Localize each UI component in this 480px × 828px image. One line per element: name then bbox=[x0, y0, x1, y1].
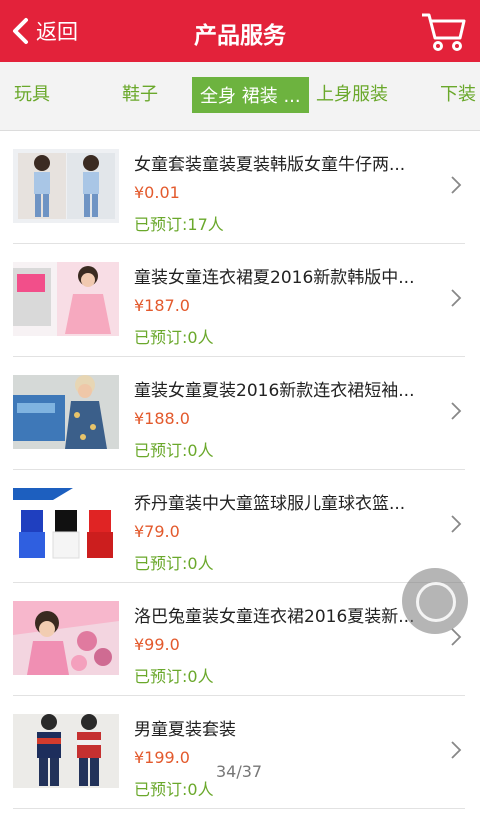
booked-count: 已预订:0人 bbox=[134, 554, 214, 573]
chevron-right-icon bbox=[451, 628, 462, 646]
product-price: ¥187.0 bbox=[134, 296, 190, 315]
top-app-bar: 返回 产品服务 bbox=[0, 0, 480, 62]
product-price: ¥0.01 bbox=[134, 183, 180, 202]
chevron-right-icon bbox=[451, 402, 462, 420]
product-image bbox=[13, 149, 119, 223]
chevron-right-icon bbox=[451, 289, 462, 307]
chevron-right-icon bbox=[451, 515, 462, 533]
list-item[interactable]: 乔丹童装中大童篮球服儿童球衣篮... ¥79.0 已预订:0人 bbox=[0, 470, 480, 583]
product-name: 女童套装童装夏装韩版女童牛仔两... bbox=[134, 155, 406, 175]
product-image bbox=[13, 488, 119, 562]
product-price: ¥188.0 bbox=[134, 409, 190, 428]
chevron-right-icon bbox=[451, 176, 462, 194]
floating-assistive-button[interactable] bbox=[402, 568, 468, 634]
booked-count: 已预订:0人 bbox=[134, 667, 214, 686]
product-image bbox=[13, 601, 119, 675]
booked-count: 已预订:0人 bbox=[134, 780, 214, 799]
product-image bbox=[13, 375, 119, 449]
booked-count: 已预订:0人 bbox=[134, 328, 214, 347]
product-name: 乔丹童装中大童篮球服儿童球衣篮... bbox=[134, 494, 406, 514]
list-item[interactable]: 童装女童连衣裙夏2016新款韩版中... ¥187.0 已预订:0人 bbox=[0, 244, 480, 357]
product-name: 童装女童连衣裙夏2016新款韩版中... bbox=[134, 268, 415, 288]
category-tabs: 玩具 鞋子 全身 裙装 ... 上身服装 下装 bbox=[0, 62, 480, 131]
tab-tops[interactable]: 上身服装 bbox=[316, 80, 388, 106]
tab-full-body-dresses[interactable]: 全身 裙装 ... bbox=[192, 77, 309, 113]
product-name: 男童夏装套装 bbox=[134, 720, 236, 740]
page-title: 产品服务 bbox=[194, 23, 286, 49]
tab-bottoms[interactable]: 下装 bbox=[440, 80, 476, 106]
tab-shoes[interactable]: 鞋子 bbox=[122, 80, 158, 106]
product-price: ¥79.0 bbox=[134, 522, 180, 541]
chevron-right-icon bbox=[451, 741, 462, 759]
product-price: ¥99.0 bbox=[134, 635, 180, 654]
product-image bbox=[13, 262, 119, 336]
booked-count: 已预订:0人 bbox=[134, 441, 214, 460]
circle-icon bbox=[416, 582, 456, 622]
page-indicator: 34/37 bbox=[216, 762, 263, 781]
shopping-cart-icon[interactable] bbox=[420, 10, 468, 52]
list-item[interactable]: 童装女童夏装2016新款连衣裙短袖... ¥188.0 已预订:0人 bbox=[0, 357, 480, 470]
tab-toys[interactable]: 玩具 bbox=[14, 80, 50, 106]
product-name: 洛巴兔童装女童连衣裙2016夏装新... bbox=[134, 607, 415, 627]
product-name: 童装女童夏装2016新款连衣裙短袖... bbox=[134, 381, 415, 401]
product-price: ¥199.0 bbox=[134, 748, 190, 767]
divider bbox=[13, 808, 465, 809]
list-item[interactable]: 女童套装童装夏装韩版女童牛仔两... ¥0.01 已预订:17人 bbox=[0, 131, 480, 244]
list-item[interactable]: 男童夏装套装 ¥199.0 已预订:0人 bbox=[0, 696, 480, 809]
product-image bbox=[13, 714, 119, 788]
booked-count: 已预订:17人 bbox=[134, 215, 224, 234]
